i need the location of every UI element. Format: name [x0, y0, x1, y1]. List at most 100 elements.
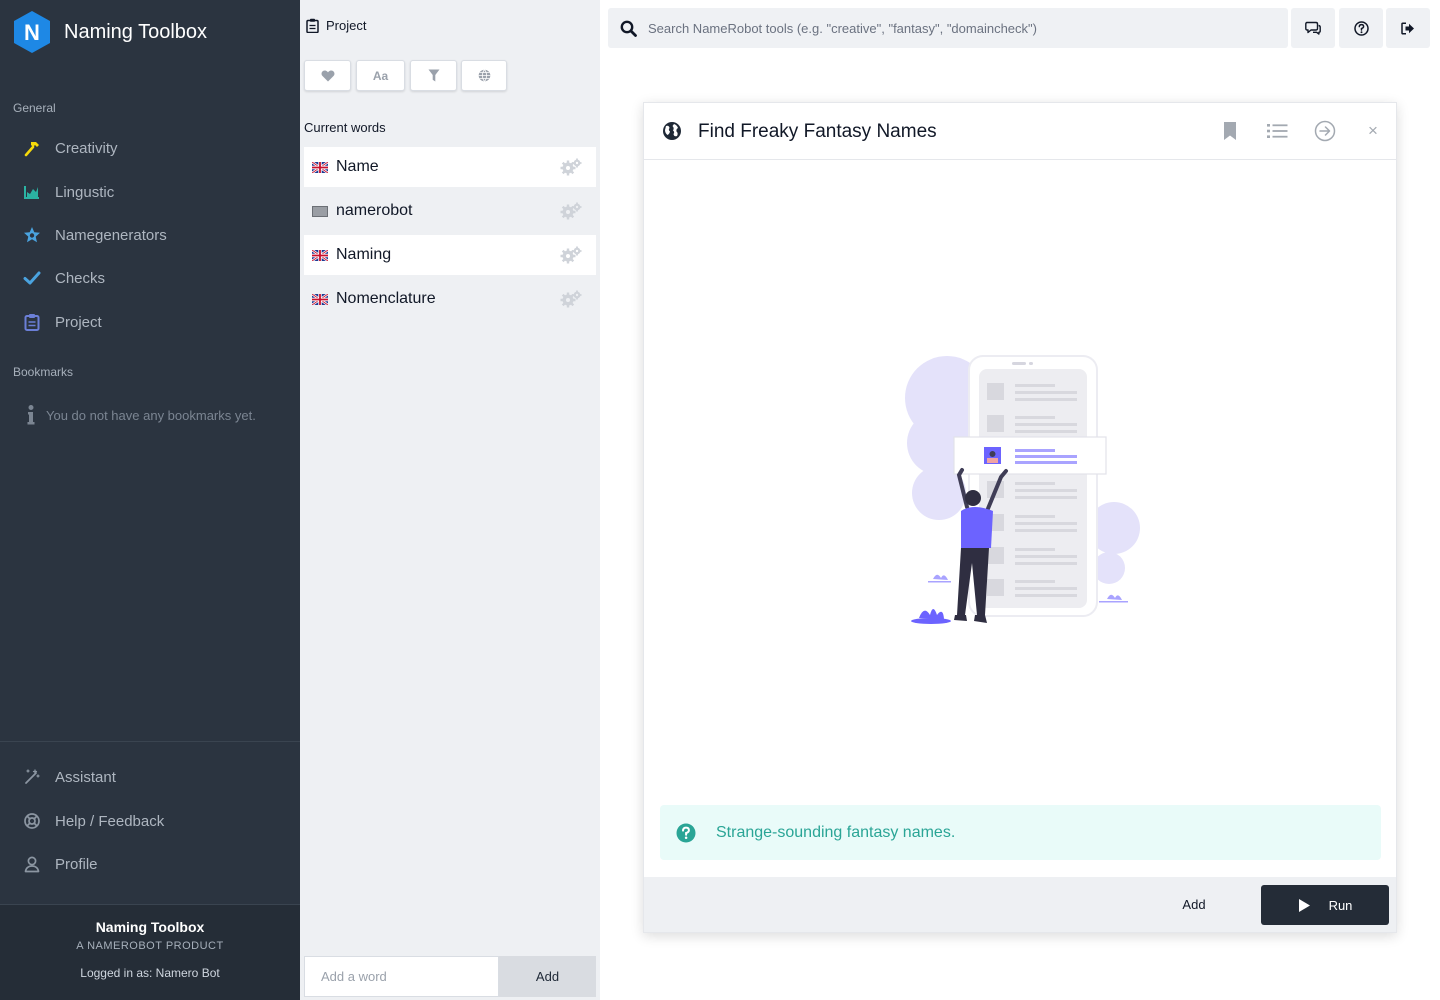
bar-chart-icon [22, 182, 42, 202]
sidebar-item-label: Namegenerators [55, 226, 167, 244]
chat-icon [1305, 21, 1321, 35]
sidebar-item-label: Creativity [55, 139, 118, 157]
search-icon [620, 20, 637, 37]
sidebar-item-profile[interactable]: Profile [0, 844, 300, 884]
question-circle-icon [676, 823, 696, 843]
dialog-footer: Add Run [644, 877, 1396, 932]
sidebar-footer: Naming Toolbox A NAMEROBOT PRODUCT Logge… [0, 904, 300, 1000]
info-icon [24, 405, 38, 425]
bookmark-icon [1224, 122, 1236, 140]
search-bar[interactable] [608, 8, 1288, 48]
tool-description: Strange-sounding fantasy names. [660, 805, 1381, 860]
font-case-button[interactable]: Aa [356, 60, 405, 91]
bookmarks-empty-message: You do not have any bookmarks yet. [24, 405, 256, 425]
word-text: Nomenclature [336, 290, 436, 307]
list-button[interactable] [1265, 119, 1289, 143]
favorites-filter-button[interactable] [304, 60, 351, 91]
star-badge-icon [22, 225, 42, 245]
user-icon [22, 854, 42, 874]
gears-icon[interactable] [560, 246, 582, 264]
chat-button[interactable] [1291, 8, 1335, 48]
footer-title: Naming Toolbox [95, 919, 205, 935]
language-filter-button[interactable] [461, 60, 507, 91]
clipboard-icon [306, 18, 319, 33]
sidebar-divider [0, 741, 300, 742]
dialog-title: Find Freaky Fantasy Names [698, 121, 937, 142]
tool-dialog: Find Freaky Fantasy Names × Strange-soun… [643, 102, 1397, 933]
sidebar-item-label: Checks [55, 269, 106, 287]
uk-flag-icon [312, 161, 328, 173]
logged-in-text: Logged in as: Namero Bot [80, 966, 220, 980]
filter-icon [428, 69, 439, 82]
bookmarks-empty-text: You do not have any bookmarks yet. [46, 407, 256, 423]
sidebar-item-creativity[interactable]: Creativity [0, 128, 300, 168]
filter-button[interactable] [410, 60, 457, 91]
gears-icon[interactable] [560, 290, 582, 308]
current-words-label: Current words [304, 120, 386, 135]
brand-title: Naming Toolbox [64, 20, 208, 43]
word-row[interactable]: namerobot [304, 191, 596, 231]
help-button[interactable] [1339, 8, 1383, 48]
logout-button[interactable] [1386, 8, 1430, 48]
search-input[interactable] [648, 20, 1248, 36]
sidebar-item-namegenerators[interactable]: Namegenerators [0, 215, 300, 255]
sidebar-item-label: Lingustic [55, 183, 115, 201]
add-button[interactable]: Add [1154, 889, 1234, 919]
word-text: namerobot [336, 202, 413, 219]
sidebar-item-lingustic[interactable]: Lingustic [0, 172, 300, 212]
checkmark-icon [22, 268, 42, 288]
word-row[interactable]: Nomenclature [304, 279, 596, 319]
logout-icon [1401, 21, 1414, 35]
clipboard-icon [22, 312, 42, 332]
lifebuoy-icon [22, 811, 42, 831]
sidebar: N Naming Toolbox General Creativity Ling… [0, 0, 300, 1000]
project-header: Project [306, 18, 366, 33]
logo-letter: N [24, 20, 40, 45]
word-text: Naming [336, 246, 392, 263]
help-circle-icon [1353, 20, 1369, 36]
arrow-circle-icon [1314, 120, 1336, 142]
person-phone-illustration [905, 355, 1140, 624]
hammer-icon [22, 138, 42, 158]
gears-icon[interactable] [560, 202, 582, 220]
run-label: Run [1328, 897, 1353, 913]
general-section-label: General [13, 101, 56, 115]
list-icon [1266, 124, 1287, 138]
play-icon [1298, 898, 1311, 913]
sidebar-item-checks[interactable]: Checks [0, 258, 300, 298]
uk-flag-icon [312, 249, 328, 261]
close-button[interactable]: × [1361, 119, 1385, 143]
open-tool-button[interactable] [1313, 119, 1337, 143]
font-case-icon: Aa [372, 68, 389, 83]
logo-icon: N [14, 11, 50, 53]
word-row[interactable]: Name [304, 147, 596, 187]
tool-description-text: Strange-sounding fantasy names. [716, 823, 956, 841]
gears-icon[interactable] [560, 158, 582, 176]
project-panel: Project Aa Current words Name namerobot … [300, 0, 600, 1000]
add-word-input[interactable] [304, 956, 499, 997]
bookmark-button[interactable] [1218, 119, 1242, 143]
run-button[interactable]: Run [1261, 885, 1389, 925]
sidebar-item-label: Help / Feedback [55, 812, 165, 830]
project-title: Project [326, 18, 367, 33]
globe-icon [662, 121, 682, 141]
close-icon: × [1368, 121, 1378, 140]
add-word-form: Add [304, 956, 596, 997]
generic-flag-icon [312, 205, 328, 217]
sidebar-item-assistant[interactable]: Assistant [0, 757, 300, 797]
footer-subtitle: A NAMEROBOT PRODUCT [76, 940, 224, 952]
word-text: Name [336, 158, 379, 175]
sidebar-item-label: Assistant [55, 768, 116, 786]
bookmarks-section-label: Bookmarks [13, 365, 74, 379]
add-word-button[interactable]: Add [499, 956, 596, 997]
sidebar-item-project[interactable]: Project [0, 302, 300, 342]
uk-flag-icon [312, 293, 328, 305]
heart-icon [321, 70, 334, 81]
brand[interactable]: N Naming Toolbox [12, 10, 207, 54]
sidebar-item-label: Project [55, 313, 102, 331]
word-row[interactable]: Naming [304, 235, 596, 275]
globe-icon [478, 69, 490, 82]
magic-wand-icon [22, 767, 42, 787]
sidebar-item-label: Profile [55, 855, 98, 873]
sidebar-item-help-feedback[interactable]: Help / Feedback [0, 801, 300, 841]
